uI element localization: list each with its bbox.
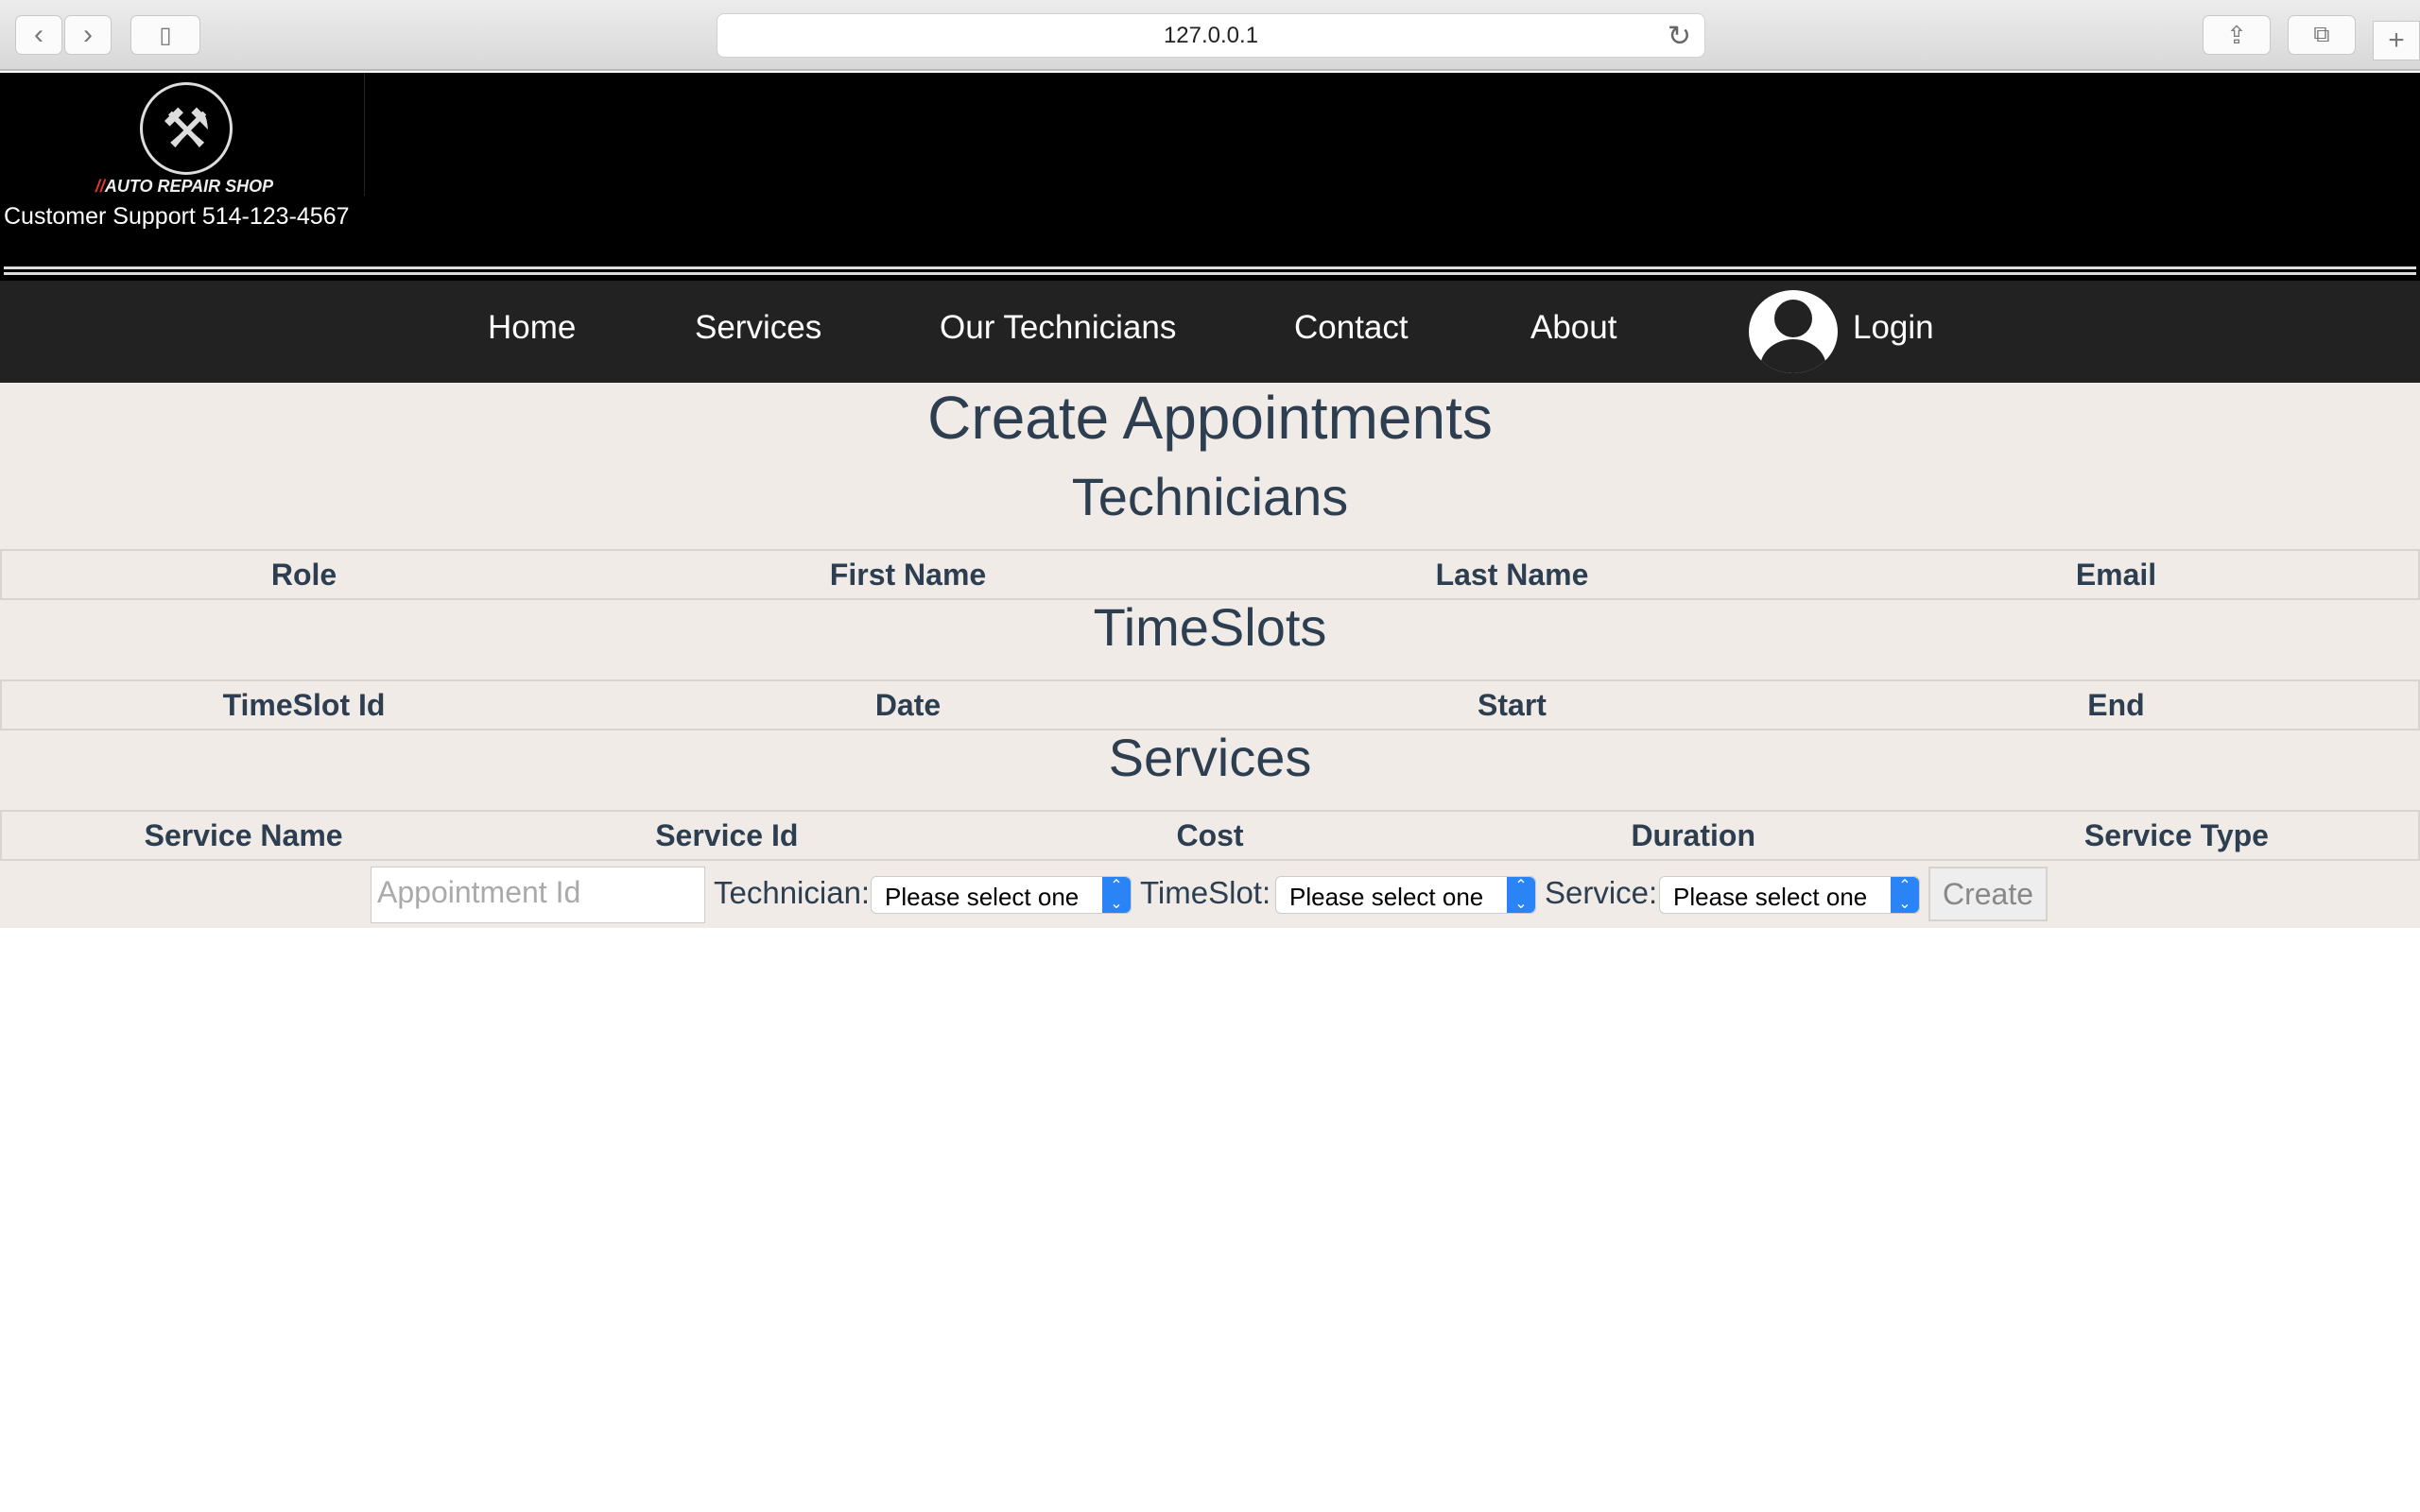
select-arrows-icon: ⌃ ⌄ (1507, 877, 1535, 913)
nav-about[interactable]: About (1530, 309, 1616, 347)
tabs-icon: ⧉ (2313, 22, 2330, 47)
customer-support: Customer Support 514-123-4567 (4, 203, 350, 230)
user-icon[interactable] (1749, 290, 1838, 373)
appointment-id-input[interactable]: Appointment Id (371, 867, 705, 923)
chevron-right-icon: › (83, 19, 93, 50)
share-icon: ⇪ (2226, 20, 2247, 49)
technicians-table-header: Role First Name Last Name Email (0, 549, 2420, 600)
nav-services[interactable]: Services (695, 309, 821, 347)
service-select-value: Please select one (1673, 883, 1868, 911)
browser-toolbar: ‹ › ▯ 127.0.0.1 ↻ ⇪ ⧉ + (0, 0, 2420, 71)
column-header: First Name (829, 557, 987, 592)
chevron-left-icon: ‹ (34, 19, 43, 50)
nav-bar: Home Services Our Technicians Contact Ab… (0, 281, 2420, 383)
services-heading: Services (1108, 728, 1312, 787)
technician-select-value: Please select one (885, 883, 1080, 911)
column-header: Service Type (2083, 817, 2269, 852)
reload-icon[interactable]: ↻ (1668, 20, 1691, 53)
share-button[interactable]: ⇪ (2203, 15, 2271, 55)
plus-icon: + (2388, 25, 2405, 56)
column-header: Start (1478, 687, 1547, 722)
logo-name: AUTO REPAIR SHOP (104, 177, 274, 196)
column-header: Date (874, 687, 942, 722)
divider (4, 272, 2416, 275)
main-content: Create Appointments Technicians Role Fir… (0, 383, 2420, 928)
column-header: End (2087, 687, 2145, 722)
service-label: Service: (1545, 875, 1658, 910)
sidebar-icon: ▯ (159, 22, 172, 48)
technician-select[interactable]: Please select one ⌃ ⌄ (871, 876, 1132, 914)
forward-button[interactable]: › (64, 15, 112, 55)
column-header: Cost (1176, 817, 1244, 852)
column-header: Email (2075, 557, 2157, 592)
page-title: Create Appointments (927, 384, 1493, 452)
new-tab-button[interactable]: + (2373, 21, 2420, 60)
nav-home[interactable]: Home (488, 309, 576, 347)
site-header: ⚒ //AUTO REPAIR SHOP Customer Support 51… (0, 73, 2420, 281)
nav-contact[interactable]: Contact (1294, 309, 1409, 347)
tabs-button[interactable]: ⧉ (2288, 15, 2356, 55)
service-select[interactable]: Please select one ⌃ ⌄ (1659, 876, 1920, 914)
create-button[interactable]: Create (1928, 867, 2048, 921)
logo-slashes: // (95, 177, 105, 196)
nav-technicians[interactable]: Our Technicians (940, 309, 1176, 347)
technician-label: Technician: (714, 875, 871, 910)
column-header: Role (270, 557, 337, 592)
url-text: 127.0.0.1 (1163, 22, 1259, 48)
timeslot-select-value: Please select one (1289, 883, 1484, 911)
column-header: Duration (1631, 817, 1755, 852)
nav-login[interactable]: Login (1853, 309, 1934, 347)
logo[interactable]: ⚒ //AUTO REPAIR SHOP (4, 73, 365, 196)
timeslots-table-header: TimeSlot Id Date Start End (0, 679, 2420, 730)
appointment-form: Appointment Id Technician: Please select… (0, 862, 2420, 923)
column-header: TimeSlot Id (222, 687, 386, 722)
column-header: Last Name (1435, 557, 1589, 592)
technicians-heading: Technicians (1071, 467, 1349, 526)
address-bar[interactable]: 127.0.0.1 ↻ (717, 13, 1705, 58)
timeslot-label: TimeSlot: (1140, 875, 1271, 910)
select-arrows-icon: ⌃ ⌄ (1102, 877, 1131, 913)
back-button[interactable]: ‹ (15, 15, 62, 55)
services-table-header: Service Name Service Id Cost Duration Se… (0, 810, 2420, 861)
column-header: Service Name (144, 817, 343, 852)
timeslot-select[interactable]: Please select one ⌃ ⌄ (1275, 876, 1536, 914)
divider (4, 266, 2416, 269)
select-arrows-icon: ⌃ ⌄ (1891, 877, 1919, 913)
tools-icon: ⚒ (140, 82, 233, 175)
logo-text: //AUTO REPAIR SHOP (4, 177, 365, 197)
column-header: Service Id (655, 817, 799, 852)
sidebar-button[interactable]: ▯ (130, 15, 200, 55)
timeslots-heading: TimeSlots (1093, 597, 1327, 657)
